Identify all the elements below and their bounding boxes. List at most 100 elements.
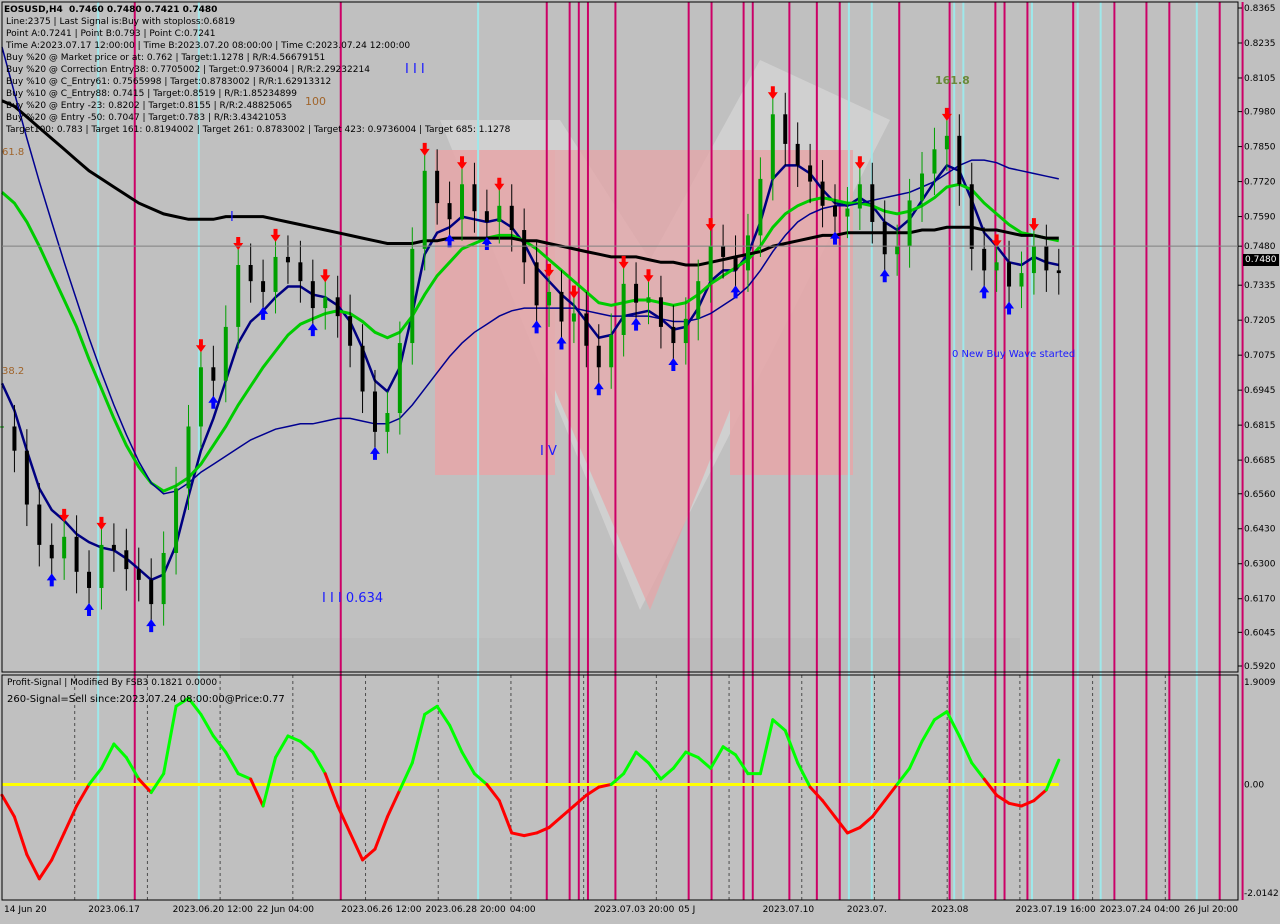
signal-info-line: Line:2375 | Last Signal is:Buy with stop… <box>6 17 236 27</box>
candle-body <box>621 283 626 335</box>
candle-body <box>49 544 54 559</box>
candle-body <box>261 281 266 292</box>
candle-body <box>559 291 564 322</box>
price-tick-label: 0.6685 <box>1244 456 1276 466</box>
candle-body <box>248 265 253 282</box>
candle-body <box>335 297 340 317</box>
candle-body <box>1019 273 1024 287</box>
candle-body <box>534 262 539 306</box>
price-tick-label: 0.7075 <box>1244 351 1276 361</box>
symbol-title: EOSUSD,H4 0.7460 0.7480 0.7421 0.7480 <box>4 4 217 16</box>
price-tick-label: 0.6430 <box>1244 525 1276 535</box>
candle-body <box>198 367 203 427</box>
price-tick-label: 0.6045 <box>1244 628 1276 638</box>
watermark-text <box>240 638 1020 672</box>
chart-window[interactable]: 0.8365 0.8235 0.8105 0.7980 0.7850 0.7720 0.75… <box>0 0 1280 920</box>
candle-body <box>385 413 390 432</box>
candle-body <box>708 246 713 282</box>
candle-body <box>969 184 974 249</box>
osc-tick-label: 1.9009 <box>1244 678 1276 688</box>
candle-body <box>323 297 328 309</box>
candle-body <box>895 246 900 255</box>
time-axis-label: 26 Jul 20:00 <box>1184 905 1238 915</box>
candle-body <box>770 114 775 179</box>
candle-body <box>174 488 179 553</box>
candle-body <box>857 184 862 209</box>
fib-label-618: 61.8 <box>2 147 25 158</box>
price-tick-label: 0.6815 <box>1244 421 1276 431</box>
signal-info-line: Buy %10 @ C_Entry61: 0.7565998 | Target:… <box>6 77 332 87</box>
candle-body <box>795 143 800 166</box>
candle-body <box>410 248 415 344</box>
candle-body <box>1007 262 1012 287</box>
candle-body <box>634 283 639 303</box>
candle-body <box>671 326 676 344</box>
indicator-title: Profit-Signal | Modified By FSB3 0.1821 … <box>7 678 218 688</box>
signal-info-line: Buy %20 @ Entry -50: 0.7047 | Target:0.7… <box>6 113 287 123</box>
symbol-label: EOSUSD,H4 <box>4 5 63 15</box>
candle-body <box>460 184 465 220</box>
candle-body <box>124 550 129 570</box>
candle-body <box>273 256 278 292</box>
candle-body <box>907 200 912 247</box>
candle-body <box>62 536 67 559</box>
candle-body <box>74 536 79 572</box>
candle-body <box>310 281 315 309</box>
signal-info-line: Target100: 0.783 | Target 161: 0.8194002… <box>6 125 511 135</box>
signal-info-block: Line:2375 | Last Signal is:Buy with stop… <box>6 16 510 136</box>
fib-label-100: 100 <box>305 95 326 108</box>
candle-body <box>87 571 92 588</box>
candle-body <box>24 450 29 505</box>
candle-body <box>547 291 552 306</box>
time-axis-label: 22 Jun 04:00 <box>257 905 314 915</box>
price-tick-label: 0.8235 <box>1244 39 1276 49</box>
indicator-signal-text: 260-Signal=Sell since:2023.07.24 08:00:0… <box>7 694 285 705</box>
candle-body <box>149 579 154 605</box>
price-tick-label: 0.7335 <box>1244 281 1276 291</box>
candle-body <box>223 326 228 381</box>
time-axis-label: 2023.08 <box>931 905 968 915</box>
time-axis-label: 04:00 <box>510 905 536 915</box>
candle-body <box>484 211 489 222</box>
time-axis-label: 2023.07. <box>847 905 887 915</box>
price-tick-label: 0.6300 <box>1244 560 1276 570</box>
price-tick-label: 0.5920 <box>1244 662 1276 672</box>
candle-body <box>397 343 402 414</box>
time-axis-label: 2023.06.17 <box>88 905 140 915</box>
time-axis-label: 14 Jun 20 <box>4 905 47 915</box>
candle-body <box>832 205 837 217</box>
candle-body <box>236 265 241 327</box>
candle-body <box>497 205 502 222</box>
candle-body <box>944 135 949 150</box>
time-axis-label: 2023.07.24 04:00 <box>1100 905 1181 915</box>
candle-body <box>186 426 191 489</box>
candle-body <box>745 235 750 271</box>
candle-body <box>994 262 999 271</box>
candle-body <box>1031 246 1036 274</box>
time-axis-label: 2023.06.28 20:00 <box>425 905 506 915</box>
wave-label-iii: I I I <box>405 62 425 77</box>
buy-wave-status: 0 New Buy Wave started <box>952 349 1076 360</box>
wave-label-i: I <box>230 210 234 225</box>
candle-body <box>870 184 875 222</box>
candle-body <box>783 114 788 144</box>
fib-label-1618: 161.8 <box>935 74 970 87</box>
time-axis-label: 05 J <box>678 905 695 915</box>
price-tick-label: 0.7720 <box>1244 178 1276 188</box>
candle-body <box>733 256 738 271</box>
candle-body <box>360 345 365 392</box>
time-axis-label: 2023.06.20 12:00 <box>173 905 254 915</box>
candle-body <box>696 281 701 319</box>
candle-body <box>596 345 601 368</box>
osc-tick-label: -2.0142 <box>1244 889 1279 899</box>
candle-body <box>37 504 42 545</box>
price-tick-label: 0.6170 <box>1244 595 1276 605</box>
osc-tick-label: 0.00 <box>1244 780 1264 790</box>
chart-canvas[interactable]: 0.8365 0.8235 0.8105 0.7980 0.7850 0.7720 0.75… <box>0 0 1280 920</box>
candle-body <box>758 178 763 236</box>
signal-info-line: Buy %10 @ C_Entry88: 0.7415 | Target:0.8… <box>6 89 297 99</box>
candle-body <box>820 181 825 206</box>
candle-body <box>571 313 576 322</box>
price-tick-label: 0.7480 <box>1244 242 1276 252</box>
candle-body <box>1044 246 1049 271</box>
